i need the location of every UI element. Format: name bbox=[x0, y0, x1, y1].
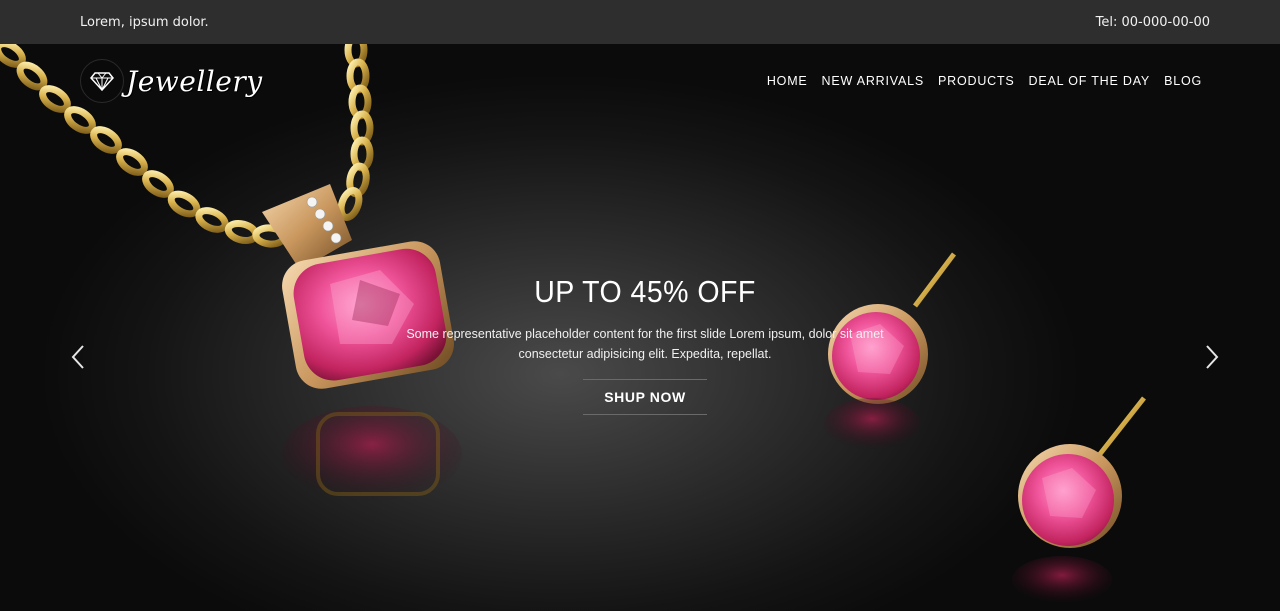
slide-description: Some representative placeholder content … bbox=[406, 327, 884, 361]
brand-logo[interactable]: Jewellery bbox=[80, 59, 263, 103]
nav-blog[interactable]: BLOG bbox=[1164, 74, 1202, 88]
diamond-icon bbox=[80, 59, 124, 103]
carousel-next-button[interactable] bbox=[1202, 340, 1222, 374]
chevron-left-icon bbox=[71, 345, 84, 369]
slide-caption: UP TO 45% OFF Some representative placeh… bbox=[390, 274, 900, 415]
main-navbar: Jewellery HOME NEW ARRIVALS PRODUCTS DEA… bbox=[80, 58, 1210, 104]
top-bar: Lorem, ipsum dolor. Tel: 00-000-00-00 bbox=[0, 0, 1280, 44]
shop-now-button[interactable]: SHUP NOW bbox=[583, 379, 707, 415]
nav-home[interactable]: HOME bbox=[767, 74, 808, 88]
carousel-prev-button[interactable] bbox=[68, 340, 88, 374]
slide-title: UP TO 45% OFF bbox=[534, 274, 756, 309]
nav-products[interactable]: PRODUCTS bbox=[938, 74, 1015, 88]
brand-name: Jewellery bbox=[126, 64, 263, 98]
nav-new-arrivals[interactable]: NEW ARRIVALS bbox=[822, 74, 924, 88]
nav-deal-of-the-day[interactable]: DEAL OF THE DAY bbox=[1029, 74, 1151, 88]
nav-menu: HOME NEW ARRIVALS PRODUCTS DEAL OF THE D… bbox=[767, 74, 1202, 88]
topbar-tagline: Lorem, ipsum dolor. bbox=[80, 14, 209, 30]
hero-carousel: Jewellery HOME NEW ARRIVALS PRODUCTS DEA… bbox=[0, 44, 1280, 611]
topbar-phone: Tel: 00-000-00-00 bbox=[1095, 14, 1210, 30]
chevron-right-icon bbox=[1206, 345, 1219, 369]
